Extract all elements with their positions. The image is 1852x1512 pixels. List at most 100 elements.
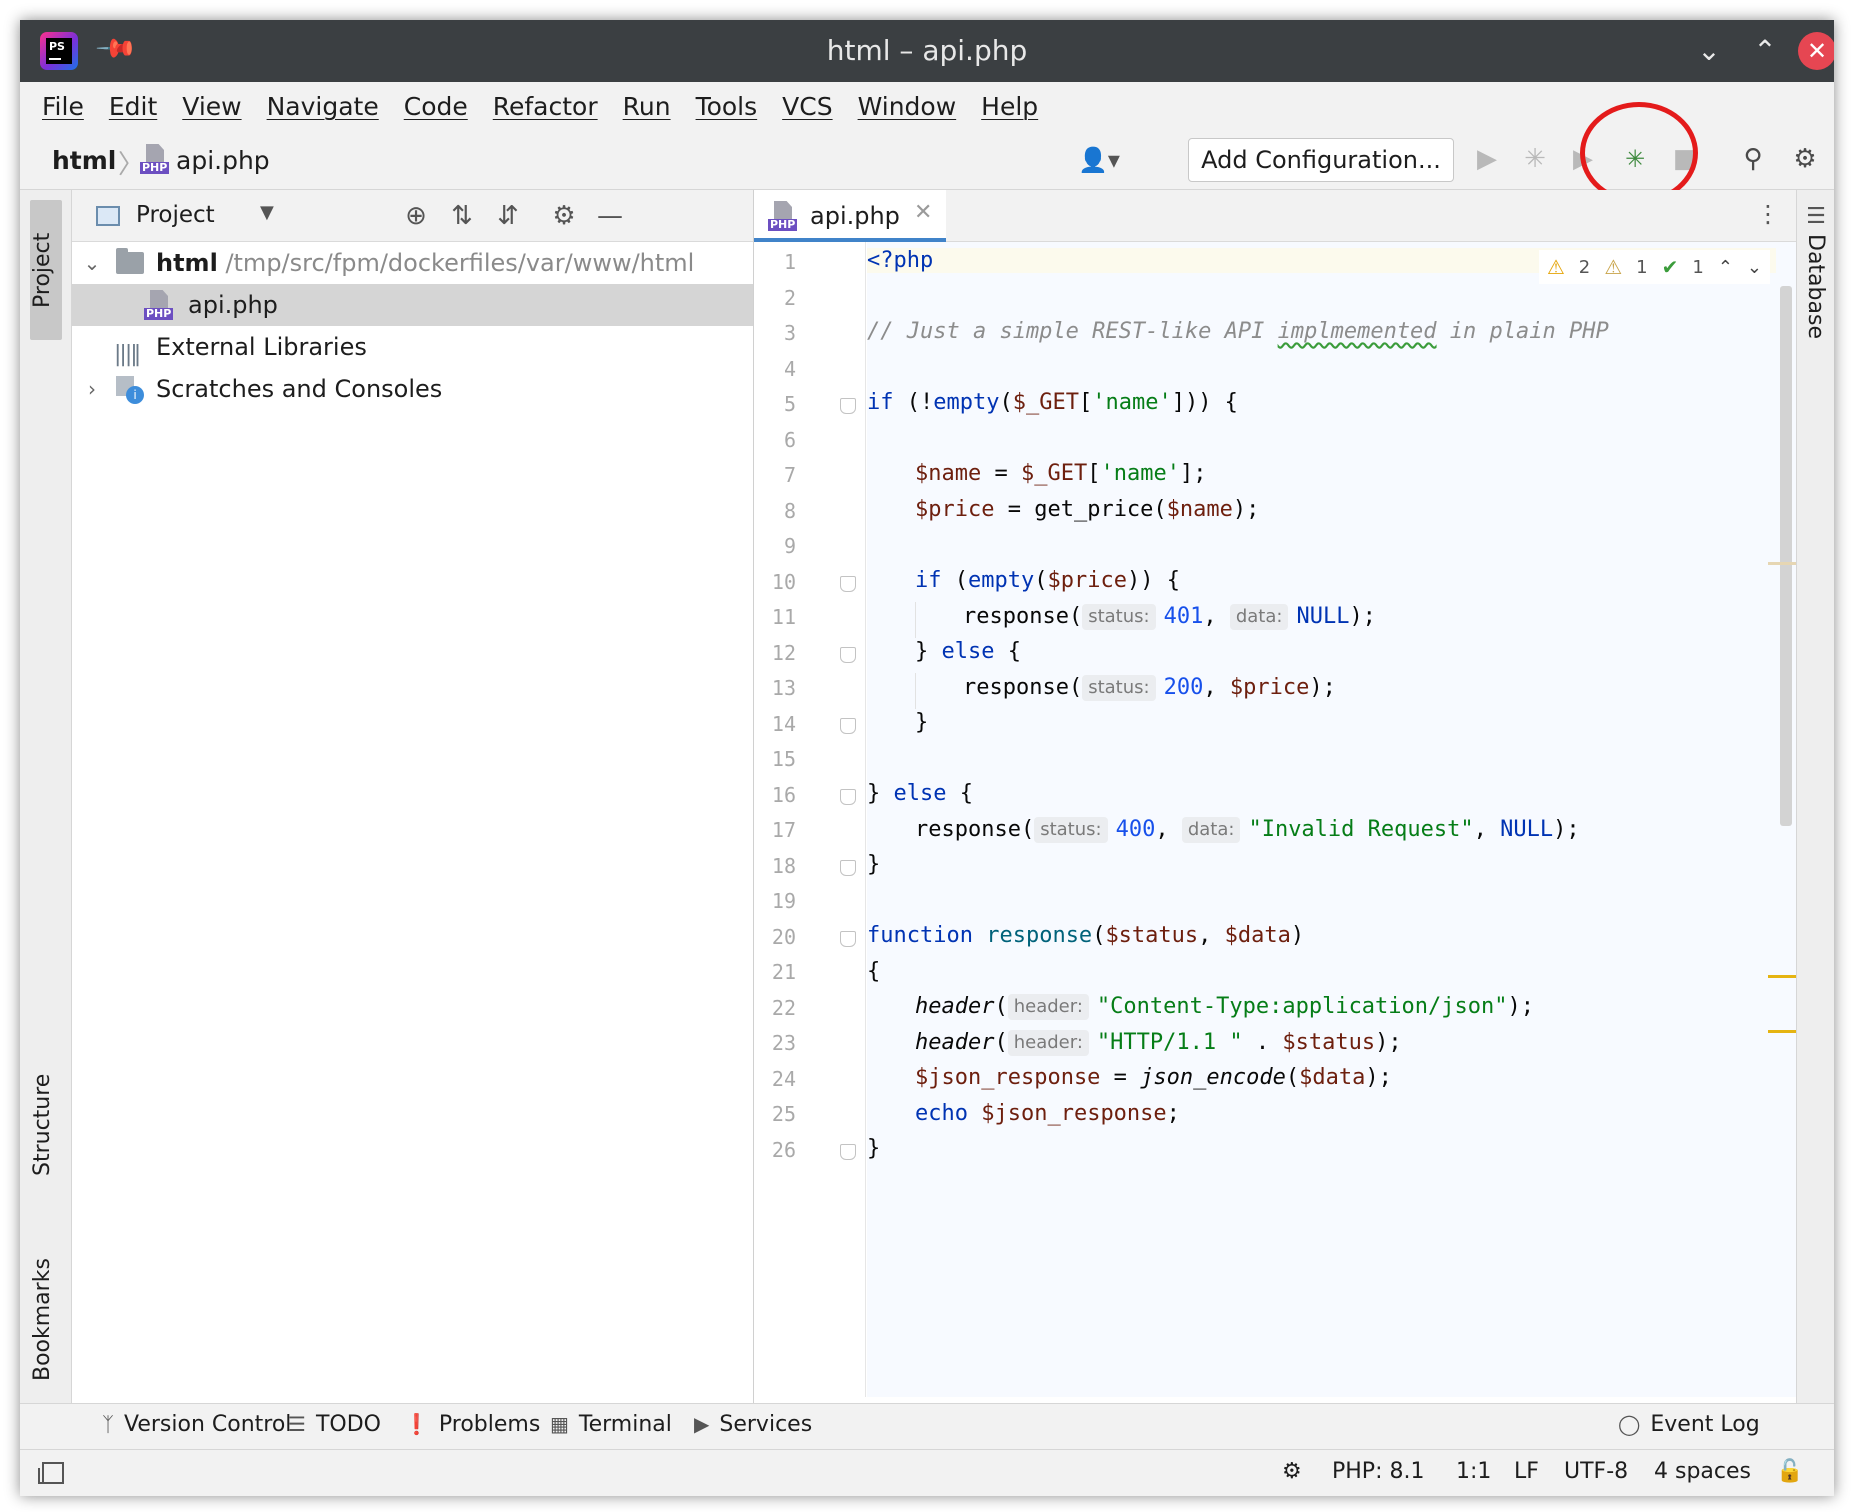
- scroll-thumb[interactable]: [1780, 286, 1792, 826]
- search-icon[interactable]: ⚲: [1736, 142, 1770, 176]
- fold-marker-icon[interactable]: [840, 717, 856, 734]
- line-number: 8: [783, 498, 796, 523]
- warning-count: 2: [1578, 256, 1591, 278]
- tree-item-scratches[interactable]: › i Scratches and Consoles: [72, 368, 753, 410]
- more-tabs-icon[interactable]: ⋮: [1756, 200, 1780, 228]
- collapse-all-icon[interactable]: ⇵: [492, 200, 524, 232]
- weak-warning-count: 1: [1636, 256, 1648, 278]
- next-highlight-icon[interactable]: ⌄: [1747, 257, 1762, 278]
- database-tool-tab[interactable]: Database: [1803, 234, 1828, 339]
- fold-marker-icon[interactable]: [840, 930, 856, 947]
- maximize-button[interactable]: ⌃: [1746, 32, 1784, 70]
- caret-position[interactable]: 1:1: [1456, 1459, 1491, 1484]
- chevron-right-icon[interactable]: ›: [82, 368, 102, 410]
- line-number: 12: [771, 640, 796, 665]
- code-line-11: response(status: 401, data: NULL);: [867, 602, 1776, 632]
- line-separator[interactable]: LF: [1514, 1459, 1539, 1484]
- lock-icon[interactable]: 🔓: [1776, 1459, 1803, 1484]
- line-number: 17: [771, 818, 796, 842]
- fold-marker-icon[interactable]: [840, 859, 856, 876]
- database-icon[interactable]: ☰: [1805, 204, 1827, 229]
- menu-navigate[interactable]: Navigate: [267, 92, 379, 121]
- code-line-12: } else {: [867, 639, 1776, 664]
- tree-item-api-php[interactable]: PHP api.php: [72, 284, 753, 326]
- tab-label: Version Control: [124, 1412, 292, 1437]
- code-token: );: [1309, 675, 1336, 700]
- bookmarks-tool-tab[interactable]: Bookmarks: [30, 1230, 62, 1410]
- locate-file-icon[interactable]: ⊕: [400, 200, 432, 232]
- error-stripe-marker[interactable]: [1768, 975, 1796, 978]
- previous-highlight-icon[interactable]: ⌃: [1718, 257, 1733, 278]
- structure-tool-tab[interactable]: Structure: [30, 1060, 62, 1190]
- php-version[interactable]: PHP: 8.1: [1332, 1459, 1424, 1484]
- tree-item-external-libraries[interactable]: |||‖ External Libraries: [72, 326, 753, 368]
- code-token: header: [915, 994, 995, 1019]
- error-stripe-marker[interactable]: [1768, 562, 1796, 565]
- code-token: $_GET: [1020, 461, 1088, 486]
- fold-marker-icon[interactable]: [840, 1143, 856, 1160]
- menu-run[interactable]: Run: [623, 92, 671, 121]
- menu-edit[interactable]: Edit: [109, 92, 157, 121]
- tab-api-php[interactable]: PHP api.php ✕: [754, 190, 946, 242]
- menu-vcs[interactable]: VCS: [782, 92, 832, 121]
- menu-help[interactable]: Help: [981, 92, 1038, 121]
- toggle-tool-windows-icon[interactable]: [38, 1462, 64, 1484]
- code-area[interactable]: <?php // Just a simple REST-like API imp…: [867, 242, 1776, 1397]
- code-token: // Just a simple REST-like API: [867, 319, 1278, 344]
- fold-marker-icon[interactable]: [840, 575, 856, 592]
- code-token: "HTTP/1.1 ": [1096, 1030, 1243, 1055]
- run-icon[interactable]: ▶: [1470, 142, 1504, 176]
- version-control-tab[interactable]: ᛉ Version Control: [102, 1412, 291, 1437]
- event-log-tab[interactable]: ◯ Event Log: [1618, 1412, 1760, 1437]
- tree-item-label: api.php: [188, 291, 278, 319]
- project-panel-header: Project ▼ ⊕ ⇅ ⇵ ⚙ —: [72, 190, 753, 242]
- debug-icon[interactable]: ✳: [1518, 142, 1552, 176]
- editor-scrollbar[interactable]: [1768, 242, 1796, 1397]
- error-stripe-marker[interactable]: [1768, 1030, 1796, 1033]
- menu-window[interactable]: Window: [858, 92, 957, 121]
- parameter-hint: status:: [1082, 604, 1156, 630]
- fold-marker-icon[interactable]: [840, 788, 856, 805]
- chevron-down-icon[interactable]: ▼: [260, 202, 274, 223]
- indent-guide: [915, 673, 916, 709]
- fold-marker-icon[interactable]: [840, 398, 856, 414]
- project-tool-tab[interactable]: Project: [30, 200, 62, 340]
- settings-gear-icon[interactable]: ⚙: [1788, 142, 1822, 176]
- expand-all-icon[interactable]: ⇅: [446, 200, 478, 232]
- add-configuration-button[interactable]: Add Configuration...: [1188, 138, 1454, 182]
- indent-setting[interactable]: 4 spaces: [1654, 1459, 1751, 1484]
- code-token: $data: [1299, 1065, 1366, 1090]
- menu-tools[interactable]: Tools: [696, 92, 758, 121]
- code-token: {: [946, 781, 973, 806]
- php-settings-icon[interactable]: ⚙: [1282, 1459, 1302, 1484]
- breadcrumb-root[interactable]: html: [52, 146, 116, 175]
- menu-code[interactable]: Code: [404, 92, 468, 121]
- scratches-icon: i: [116, 376, 144, 404]
- services-tab[interactable]: ▶ Services: [694, 1412, 812, 1437]
- close-tab-icon[interactable]: ✕: [914, 200, 932, 225]
- gear-icon[interactable]: ⚙: [548, 200, 580, 232]
- project-panel-title[interactable]: Project: [136, 202, 215, 228]
- line-number: 13: [771, 676, 796, 700]
- breadcrumb-file[interactable]: api.php: [176, 146, 270, 175]
- inspection-widget[interactable]: ⚠ 2 ⚠ 1 ✔ 1 ⌃ ⌄: [1538, 250, 1770, 284]
- file-encoding[interactable]: UTF-8: [1564, 1459, 1628, 1484]
- fold-marker-icon[interactable]: [840, 646, 856, 663]
- menu-file[interactable]: File: [42, 92, 84, 121]
- problems-tab[interactable]: ❗ Problems: [404, 1412, 540, 1437]
- code-token: $status: [1105, 923, 1199, 948]
- menu-view[interactable]: View: [182, 92, 241, 121]
- close-window-button[interactable]: ✕: [1798, 32, 1834, 70]
- chevron-down-icon[interactable]: ⌄: [82, 242, 102, 284]
- red-highlight-circle: [1580, 102, 1698, 204]
- todo-tab[interactable]: ☰ TODO: [288, 1412, 381, 1437]
- ok-count: 1: [1692, 256, 1704, 278]
- minimize-button[interactable]: ⌄: [1690, 32, 1728, 70]
- hide-panel-icon[interactable]: —: [594, 200, 626, 232]
- weak-warning-icon: ⚠: [1604, 255, 1623, 279]
- title-bar: PS 📌 html – api.php ⌄ ⌃ ✕: [20, 20, 1834, 82]
- menu-refactor[interactable]: Refactor: [493, 92, 598, 121]
- user-dropdown-icon[interactable]: 👤▾: [1078, 146, 1120, 174]
- tree-item-html[interactable]: ⌄ html /tmp/src/fpm/dockerfiles/var/www/…: [72, 242, 753, 284]
- terminal-tab[interactable]: ▦ Terminal: [550, 1412, 672, 1437]
